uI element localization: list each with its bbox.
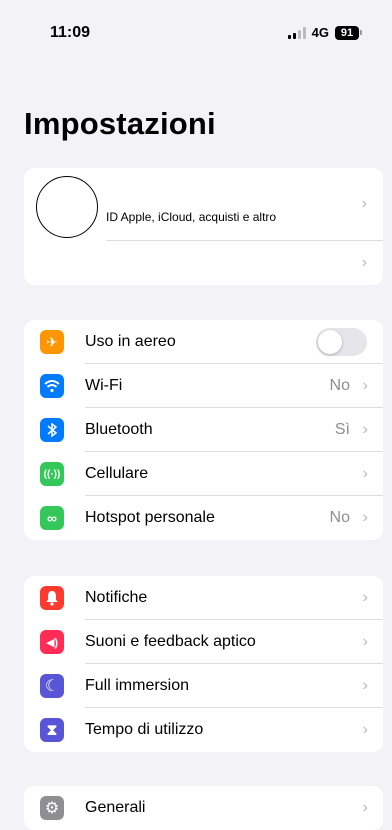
connectivity-group: ✈ Uso in aereo Wi-Fi No › Bluetooth Sì ›… (24, 320, 383, 540)
general-group: ⚙ Generali › (24, 786, 383, 830)
chevron-right-icon: › (362, 377, 368, 394)
settings-row-screen-time[interactable]: ⧗ Tempo di utilizzo › (24, 708, 383, 752)
row-value: Sì (334, 421, 350, 438)
row-label: Wi-Fi (85, 377, 123, 394)
bluetooth-icon (40, 418, 64, 442)
settings-row-notifications[interactable]: Notifiche › (24, 576, 383, 620)
airplane-mode-toggle[interactable] (316, 328, 367, 356)
row-value: No (329, 377, 350, 394)
battery-level: 91 (335, 25, 359, 40)
moon-icon: ☾ (40, 674, 64, 698)
avatar (36, 176, 98, 238)
battery-icon: 91 (335, 25, 362, 40)
row-label: Notifiche (85, 589, 148, 606)
chevron-right-icon: › (362, 799, 368, 816)
status-bar: 11:09 4G 91 (0, 0, 392, 60)
bell-icon (40, 586, 64, 610)
settings-row-wifi[interactable]: Wi-Fi No › (24, 364, 383, 408)
settings-row-sounds[interactable]: ◀) Suoni e feedback aptico › (24, 620, 383, 664)
row-value: No (329, 509, 350, 526)
hourglass-icon: ⧗ (40, 718, 64, 742)
row-label: Full immersion (85, 677, 190, 694)
settings-row-hotspot[interactable]: ∞ Hotspot personale No › (24, 496, 383, 540)
row-label: Tempo di utilizzo (85, 721, 204, 738)
row-label: Bluetooth (85, 421, 153, 438)
speaker-icon: ◀) (40, 630, 64, 654)
row-label: Uso in aereo (85, 333, 176, 350)
settings-row-bluetooth[interactable]: Bluetooth Sì › (24, 408, 383, 452)
row-label: Suoni e feedback aptico (85, 633, 256, 650)
settings-row-focus[interactable]: ☾ Full immersion › (24, 664, 383, 708)
settings-row-cellular[interactable]: ((·)) Cellulare › (24, 452, 383, 496)
row-label: Cellulare (85, 465, 149, 482)
row-label: Generali (85, 799, 146, 816)
chevron-right-icon: › (362, 421, 368, 438)
apple-id-row[interactable]: ID Apple, iCloud, acquisti e altro › (24, 168, 383, 240)
chevron-right-icon: › (361, 254, 367, 271)
chevron-right-icon: › (362, 721, 368, 738)
chevron-right-icon: › (362, 633, 368, 650)
antenna-icon: ((·)) (40, 462, 64, 486)
profile-group: ID Apple, iCloud, acquisti e altro › › (24, 168, 383, 285)
signal-strength-icon (287, 26, 306, 39)
settings-row-general[interactable]: ⚙ Generali › (24, 786, 383, 830)
wifi-icon (40, 374, 64, 398)
hotspot-link-icon: ∞ (40, 506, 64, 530)
chevron-right-icon: › (362, 465, 368, 482)
page-title: Impostazioni (24, 106, 216, 141)
status-indicators: 4G 91 (287, 25, 362, 40)
airplane-icon: ✈ (40, 330, 64, 354)
chevron-right-icon: › (361, 195, 367, 212)
chevron-right-icon: › (362, 589, 368, 606)
settings-row-airplane-mode[interactable]: ✈ Uso in aereo (24, 320, 383, 364)
notifications-group: Notifiche › ◀) Suoni e feedback aptico ›… (24, 576, 383, 752)
row-label: Hotspot personale (85, 509, 215, 526)
apple-id-label: ID Apple, iCloud, acquisti e altro (106, 210, 277, 224)
chevron-right-icon: › (362, 509, 368, 526)
profile-secondary-row[interactable]: › (24, 241, 383, 285)
status-time: 11:09 (50, 24, 91, 41)
chevron-right-icon: › (362, 677, 368, 694)
network-type: 4G (311, 25, 329, 40)
gear-icon: ⚙ (40, 796, 64, 820)
